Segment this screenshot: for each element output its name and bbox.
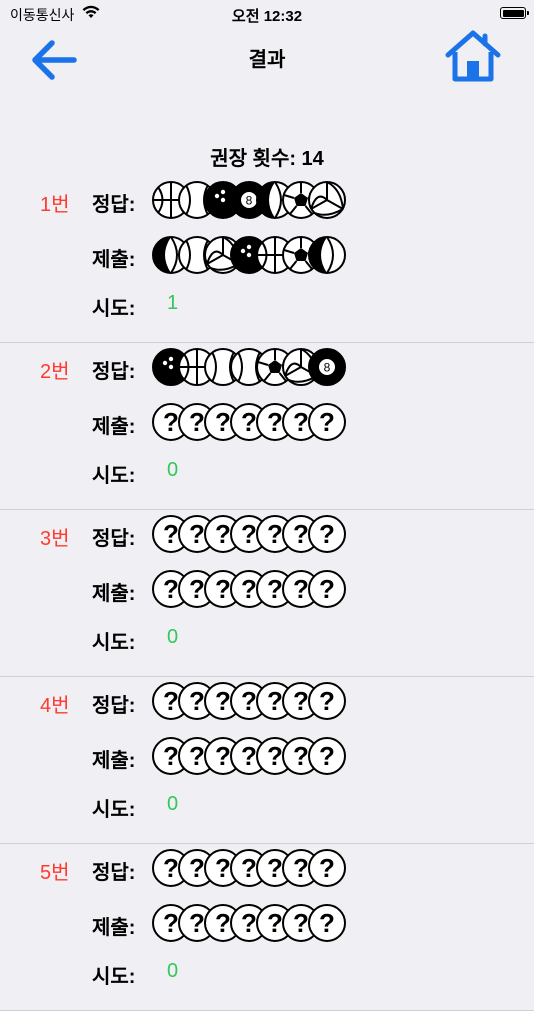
submitted-balls bbox=[151, 235, 351, 275]
eightball-icon: 8 bbox=[307, 347, 347, 387]
answer-balls: 8 bbox=[151, 347, 351, 387]
recommended-attempts: 권장 횟수: 14 bbox=[210, 148, 324, 170]
round-result: 4번 정답: 제출: 시도: 0?????????????? bbox=[0, 677, 534, 844]
submitted-balls: ??????? bbox=[151, 736, 351, 776]
clock: 오전 12:32 bbox=[231, 8, 303, 25]
svg-text:?: ? bbox=[319, 407, 335, 437]
attempts-value: 0 bbox=[167, 960, 179, 982]
volleyball-icon bbox=[307, 180, 347, 220]
round-number: 2번 bbox=[40, 361, 70, 383]
svg-text:8: 8 bbox=[246, 194, 253, 208]
svg-text:8: 8 bbox=[324, 361, 331, 375]
svg-text:?: ? bbox=[319, 908, 335, 938]
round-number: 3번 bbox=[40, 528, 70, 550]
attempts-value: 1 bbox=[167, 292, 179, 314]
round-result: 3번 정답: 제출: 시도: 0?????????????? bbox=[0, 510, 534, 677]
round-result: 1번 정답: 제출: 시도: 1 8 bbox=[0, 176, 534, 343]
attempts-label: 시도: bbox=[92, 465, 136, 487]
answer-label: 정답: bbox=[92, 194, 136, 216]
submitted-balls: ??????? bbox=[151, 569, 351, 609]
svg-text:?: ? bbox=[319, 519, 335, 549]
svg-text:?: ? bbox=[319, 741, 335, 771]
submitted-balls: ??????? bbox=[151, 402, 351, 442]
submitted-balls: ??????? bbox=[151, 903, 351, 943]
svg-text:?: ? bbox=[319, 686, 335, 716]
answer-balls: ??????? bbox=[151, 681, 351, 721]
unknown-ball-icon: ? bbox=[307, 903, 347, 943]
attempts-label: 시도: bbox=[92, 632, 136, 654]
unknown-ball-icon: ? bbox=[307, 736, 347, 776]
round-result: 5번 정답: 제출: 시도: 0?????????????? bbox=[0, 844, 534, 1011]
attempts-label: 시도: bbox=[92, 966, 136, 988]
unknown-ball-icon: ? bbox=[307, 681, 347, 721]
round-result: 2번 정답: 제출: 시도: 0 8??????? bbox=[0, 343, 534, 510]
answer-label: 정답: bbox=[92, 361, 136, 383]
answer-balls: ??????? bbox=[151, 514, 351, 554]
submit-label: 제출: bbox=[92, 917, 136, 939]
unknown-ball-icon: ? bbox=[307, 569, 347, 609]
svg-text:?: ? bbox=[319, 853, 335, 883]
unknown-ball-icon: ? bbox=[307, 514, 347, 554]
navigation-bar: 결과 bbox=[0, 30, 534, 86]
status-bar: 이동통신사 오전 12:32 bbox=[0, 0, 534, 28]
attempts-value: 0 bbox=[167, 793, 179, 815]
answer-balls: 8 bbox=[151, 180, 351, 220]
unknown-ball-icon: ? bbox=[307, 402, 347, 442]
round-number: 5번 bbox=[40, 862, 70, 884]
round-number: 1번 bbox=[40, 194, 70, 216]
attempts-value: 0 bbox=[167, 459, 179, 481]
home-icon bbox=[445, 30, 501, 82]
attempts-label: 시도: bbox=[92, 298, 136, 320]
volleyball-dark-icon bbox=[307, 235, 347, 275]
answer-label: 정답: bbox=[92, 862, 136, 884]
attempts-value: 0 bbox=[167, 626, 179, 648]
svg-text:?: ? bbox=[319, 574, 335, 604]
battery-icon bbox=[500, 7, 529, 19]
submit-label: 제출: bbox=[92, 750, 136, 772]
round-number: 4번 bbox=[40, 695, 70, 717]
answer-label: 정답: bbox=[92, 528, 136, 550]
answer-balls: ??????? bbox=[151, 848, 351, 888]
answer-label: 정답: bbox=[92, 695, 136, 717]
results-list: 1번 정답: 제출: 시도: 1 8 2번 정답: 제출: 시도: 0 8??????? 3번 정답: 제출… bbox=[0, 176, 534, 1011]
submit-label: 제출: bbox=[92, 416, 136, 438]
attempts-label: 시도: bbox=[92, 799, 136, 821]
home-button[interactable] bbox=[444, 30, 502, 82]
submit-label: 제출: bbox=[92, 249, 136, 271]
unknown-ball-icon: ? bbox=[307, 848, 347, 888]
submit-label: 제출: bbox=[92, 583, 136, 605]
